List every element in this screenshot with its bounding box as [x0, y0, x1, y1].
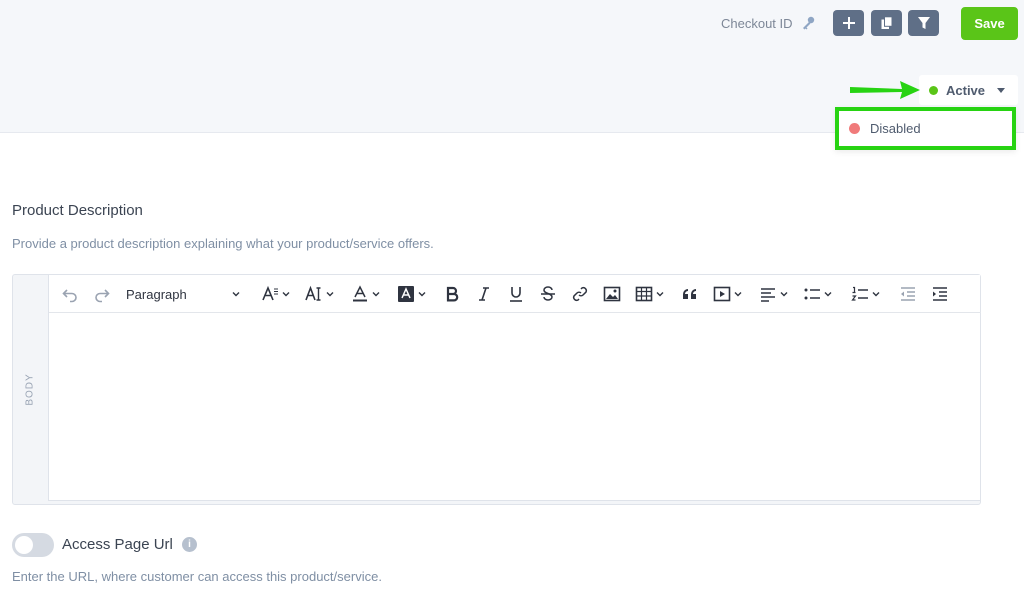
font-color-icon [353, 285, 367, 302]
filter-button[interactable] [908, 10, 939, 36]
bold-icon [446, 286, 459, 302]
filter-icon [917, 17, 930, 29]
link-icon [572, 286, 588, 302]
chevron-down-icon [372, 292, 380, 297]
chevron-down-icon [418, 292, 426, 297]
italic-button[interactable] [475, 283, 493, 305]
background-color-button[interactable] [397, 283, 426, 305]
access-url-toggle[interactable] [12, 533, 54, 557]
font-size-button[interactable] [261, 283, 290, 305]
redo-button[interactable] [93, 283, 111, 305]
numbered-list-button[interactable] [851, 283, 880, 305]
outdent-icon [901, 287, 915, 301]
table-icon [635, 286, 653, 302]
chevron-down-icon [824, 292, 832, 297]
copy-icon [881, 16, 892, 29]
media-embed-icon [713, 286, 731, 302]
annotation-arrow-icon [850, 81, 920, 99]
key-icon [802, 16, 814, 30]
chevron-down-icon [872, 292, 880, 297]
image-icon [603, 286, 621, 302]
toggle-knob [15, 536, 33, 554]
chevron-down-icon [326, 292, 334, 297]
status-option-disabled[interactable]: Disabled [835, 107, 1016, 150]
font-family-icon [305, 285, 321, 301]
font-color-button[interactable] [351, 283, 380, 305]
underline-icon [510, 287, 522, 302]
editor-side-label: BODY [25, 373, 36, 406]
italic-icon [479, 287, 489, 301]
undo-button[interactable] [61, 283, 79, 305]
add-button[interactable] [833, 10, 864, 36]
access-url-label: Access Page Url [62, 536, 173, 553]
chevron-down-icon [282, 292, 290, 297]
info-icon[interactable]: i [182, 537, 197, 552]
chevron-down-icon [734, 292, 742, 297]
checkout-id-label: Checkout ID [721, 15, 793, 31]
image-button[interactable] [603, 283, 621, 305]
underline-button[interactable] [507, 283, 525, 305]
media-embed-button[interactable] [713, 283, 742, 305]
bulleted-list-button[interactable] [803, 283, 832, 305]
undo-icon [62, 289, 77, 303]
bold-button[interactable] [443, 283, 461, 305]
indent-button[interactable] [931, 283, 949, 305]
duplicate-button[interactable] [871, 10, 902, 36]
status-select[interactable]: Active [919, 75, 1018, 105]
redo-icon [95, 289, 110, 303]
background-color-icon [398, 286, 414, 302]
bulleted-list-icon [804, 288, 820, 300]
chevron-down-icon [656, 292, 664, 297]
caret-down-icon [997, 87, 1006, 93]
status-option-label: Disabled [870, 121, 921, 136]
rich-text-editor: BODY Paragraph [12, 274, 981, 505]
link-button[interactable] [571, 283, 589, 305]
editor-toolbar: Paragraph [49, 275, 981, 313]
indent-icon [933, 287, 947, 301]
active-status-dot [929, 85, 938, 95]
checkout-id[interactable]: Checkout ID [721, 15, 816, 31]
section-title: Product Description [12, 202, 143, 219]
alignment-button[interactable] [759, 283, 788, 305]
outdent-button[interactable] [899, 283, 917, 305]
block-format-select[interactable]: Paragraph [126, 283, 244, 305]
font-family-button[interactable] [305, 283, 334, 305]
quote-icon [683, 289, 696, 299]
chevron-down-icon [232, 292, 240, 297]
numbered-list-icon [851, 286, 868, 301]
strikethrough-button[interactable] [539, 283, 557, 305]
editor-main: Paragraph [48, 275, 981, 501]
plus-icon [842, 17, 855, 29]
editor-body[interactable] [49, 313, 981, 501]
access-url-help-text: Enter the URL, where customer can access… [12, 569, 382, 584]
blockquote-button[interactable] [681, 283, 699, 305]
table-button[interactable] [635, 283, 664, 305]
chevron-down-icon [780, 292, 788, 297]
disabled-status-dot [849, 123, 860, 134]
section-help-text: Provide a product description explaining… [12, 236, 434, 251]
font-size-icon [262, 285, 278, 301]
align-left-icon [761, 288, 775, 302]
strikethrough-icon [541, 286, 555, 301]
block-format-label: Paragraph [126, 286, 187, 302]
save-button[interactable]: Save [961, 7, 1018, 40]
status-current-label: Active [946, 82, 986, 98]
